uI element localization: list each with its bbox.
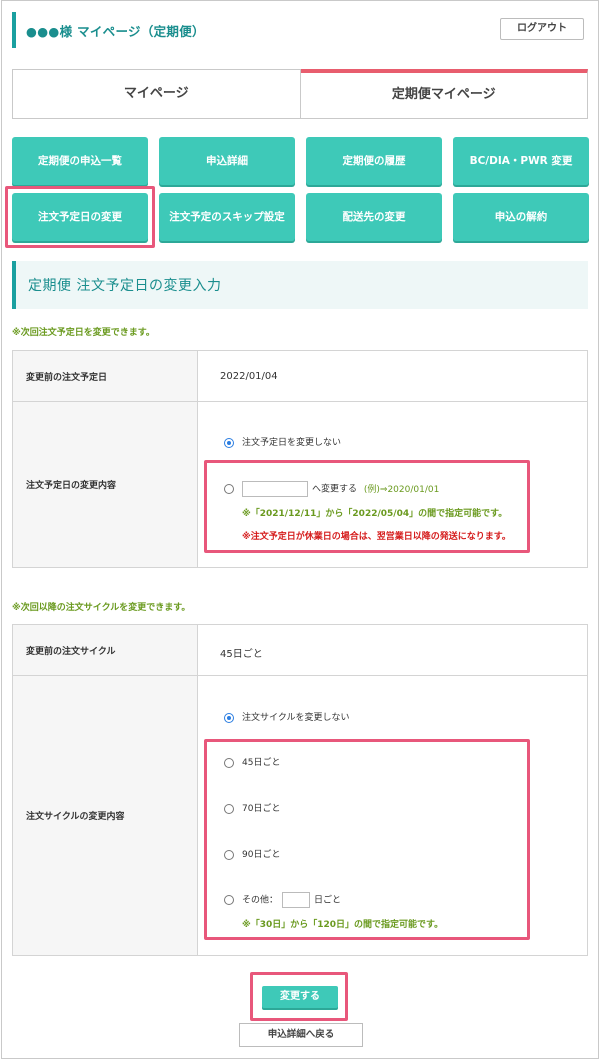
current-cycle-label: 変更前の注文サイクル: [13, 625, 198, 675]
menu-subscription-list-button[interactable]: 定期便の申込一覧: [12, 137, 148, 185]
tab-mypage[interactable]: マイページ: [12, 69, 301, 119]
radio-cycle-90[interactable]: [224, 849, 234, 860]
radio-change-date[interactable]: [224, 484, 234, 494]
change-date-suffix: へ変更する: [312, 484, 358, 495]
date-example: (例)⇒2020/01/01: [363, 484, 440, 495]
radio-no-date-change[interactable]: [224, 437, 234, 448]
option-no-cycle-change-label: 注文サイクルを変更しない: [242, 713, 350, 723]
section-heading-text: 定期便 注文予定日の変更入力: [28, 278, 222, 294]
option-cycle-70[interactable]: 70日ごと: [224, 801, 280, 814]
menu-skip-order-button[interactable]: 注文予定のスキップ設定: [159, 193, 295, 241]
cycle-change-table: 変更前の注文サイクル 45日ごと 注文サイクルの変更内容 注文サイクルを変更しな…: [12, 624, 588, 956]
page-header: ●●●様 マイページ（定期便） ログアウト: [12, 12, 588, 48]
option-no-cycle-change[interactable]: 注文サイクルを変更しない: [224, 710, 350, 723]
current-date-cell: 2022/01/04: [198, 351, 587, 401]
cycle-change-note: ※次回以降の注文サイクルを変更できます。: [12, 603, 191, 613]
current-date-label: 変更前の注文予定日: [13, 351, 198, 401]
radio-cycle-other[interactable]: [224, 895, 234, 905]
page-title: ●●●様 マイページ（定期便）: [26, 24, 205, 39]
table-row: 注文予定日の変更内容 注文予定日を変更しない へ変更する (例)⇒2020/01…: [13, 402, 587, 568]
logout-button[interactable]: ログアウト: [500, 18, 584, 40]
cycle-days-input[interactable]: [282, 892, 311, 908]
holiday-note: ※注文予定日が休業日の場合は、翌営業日以降の発送になります。: [242, 532, 511, 542]
submit-change-button[interactable]: 変更する: [262, 986, 338, 1008]
cycle-change-label: 注文サイクルの変更内容: [13, 676, 198, 955]
cycle-other-prefix: その他：: [242, 895, 279, 906]
cycle-45-label: 45日ごと: [242, 758, 281, 768]
cycle-70-label: 70日ごと: [242, 804, 281, 814]
table-row: 注文サイクルの変更内容 注文サイクルを変更しない 45日ごと 70日ごと 90日…: [13, 676, 587, 956]
table-row: 変更前の注文予定日 2022/01/04: [13, 351, 587, 402]
date-change-cell: 注文予定日を変更しない へ変更する (例)⇒2020/01/01 ※「2021/…: [198, 402, 587, 567]
option-cycle-other[interactable]: その他： 日ごと: [224, 892, 341, 908]
date-change-label: 注文予定日の変更内容: [13, 402, 198, 567]
radio-no-cycle-change[interactable]: [224, 712, 234, 723]
date-change-table: 変更前の注文予定日 2022/01/04 注文予定日の変更内容 注文予定日を変更…: [12, 350, 588, 568]
option-change-date[interactable]: へ変更する (例)⇒2020/01/01: [224, 481, 439, 497]
current-cycle-value: 45日ごと: [220, 649, 263, 660]
radio-cycle-70[interactable]: [224, 803, 234, 814]
back-to-detail-button[interactable]: 申込詳細へ戻る: [239, 1023, 363, 1047]
radio-cycle-45[interactable]: [224, 757, 234, 768]
menu-change-address-button[interactable]: 配送先の変更: [306, 193, 442, 241]
date-change-note: ※次回注文予定日を変更できます。: [12, 328, 155, 338]
tab-subscription-mypage[interactable]: 定期便マイページ: [300, 69, 588, 119]
date-range-note: ※「2021/12/11」から「2022/05/04」の間で指定可能です。: [242, 509, 508, 519]
menu-subscription-history-button[interactable]: 定期便の履歴: [306, 137, 442, 185]
menu-change-order-date-button[interactable]: 注文予定日の変更: [12, 193, 148, 241]
table-row: 変更前の注文サイクル 45日ごと: [13, 625, 587, 676]
current-date-value: 2022/01/04: [220, 371, 278, 382]
option-no-date-change-label: 注文予定日を変更しない: [242, 438, 342, 448]
option-no-date-change[interactable]: 注文予定日を変更しない: [224, 435, 341, 448]
option-cycle-90[interactable]: 90日ごと: [224, 847, 280, 860]
tab-bar: マイページ 定期便マイページ: [12, 69, 588, 119]
menu-application-detail-button[interactable]: 申込詳細: [159, 137, 295, 185]
section-heading: 定期便 注文予定日の変更入力: [12, 261, 588, 309]
cycle-change-cell: 注文サイクルを変更しない 45日ごと 70日ごと 90日ごと その他： 日ごと ※…: [198, 676, 587, 955]
current-cycle-cell: 45日ごと: [198, 625, 587, 675]
cycle-90-label: 90日ごと: [242, 850, 281, 860]
menu-cancel-subscription-button[interactable]: 申込の解約: [453, 193, 589, 241]
cycle-range-note: ※「30日」から「120日」の間で指定可能です。: [242, 920, 444, 930]
cycle-other-suffix: 日ごと: [314, 895, 342, 906]
option-cycle-45[interactable]: 45日ごと: [224, 755, 280, 768]
menu-product-change-button[interactable]: BC/DIA・PWR 変更: [453, 137, 589, 185]
new-date-input[interactable]: [242, 481, 308, 497]
